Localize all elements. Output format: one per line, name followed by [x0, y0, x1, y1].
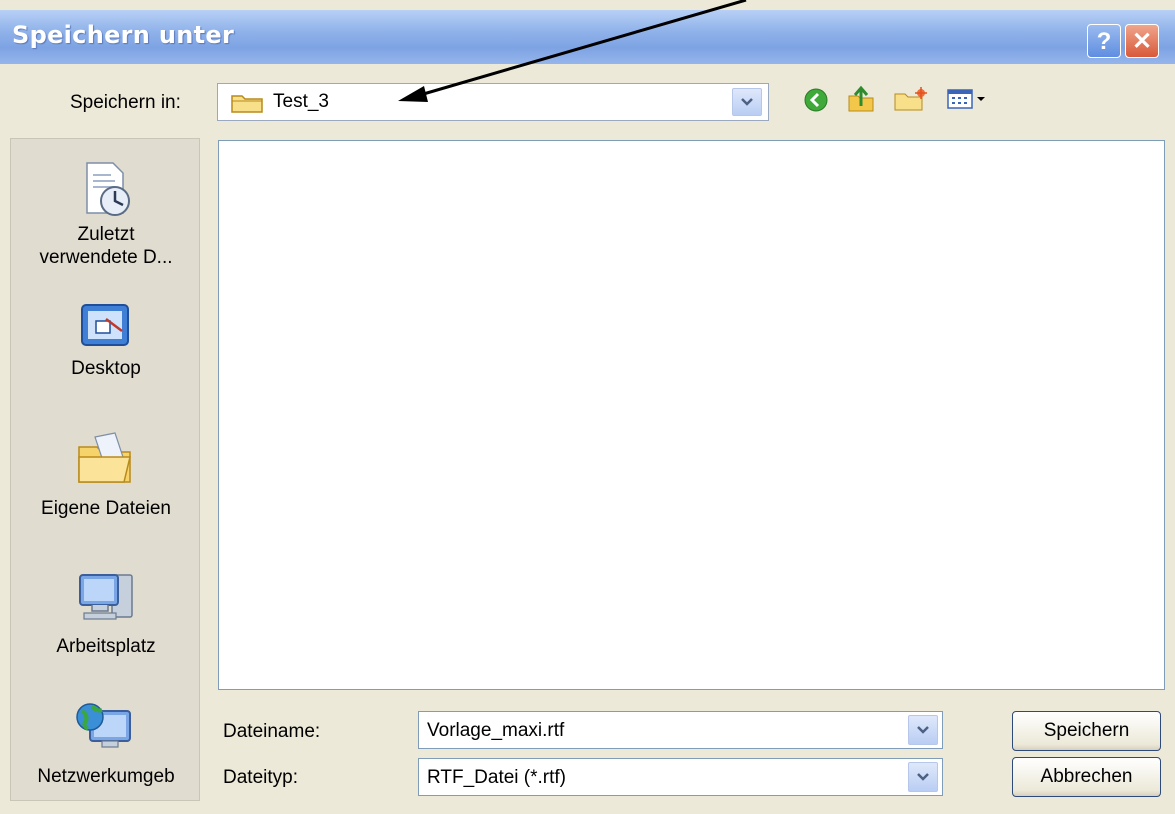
lookin-value: Test_3	[273, 91, 329, 112]
file-list[interactable]	[218, 140, 1165, 690]
place-my-documents[interactable]: Eigene Dateien	[11, 429, 201, 520]
places-bar: Zuletzt verwendete D... Desktop Eigene D…	[10, 138, 200, 801]
cancel-button[interactable]: Abbrechen	[1012, 757, 1161, 797]
chevron-down-icon	[741, 98, 753, 106]
folder-icon	[231, 95, 263, 113]
filename-label: Dateiname:	[223, 721, 321, 742]
help-button[interactable]: ?	[1087, 24, 1121, 58]
lookin-dropdown-button[interactable]	[732, 88, 762, 116]
place-desktop[interactable]: Desktop	[11, 301, 201, 380]
my-computer-icon	[79, 574, 133, 620]
place-network[interactable]: Netzwerkumgeb	[11, 701, 201, 788]
filename-value: Vorlage_maxi.rtf	[427, 720, 565, 741]
close-button[interactable]: ✕	[1125, 24, 1159, 58]
my-documents-icon	[78, 432, 131, 483]
place-label-line1: Zuletzt	[77, 224, 135, 245]
desktop-icon	[81, 304, 129, 346]
up-folder-icon[interactable]	[846, 84, 876, 114]
place-label-line2: verwendete D...	[39, 247, 173, 268]
filename-dropdown-button[interactable]	[908, 715, 938, 745]
filetype-dropdown-button[interactable]	[908, 762, 938, 792]
chevron-down-icon	[917, 773, 929, 781]
title-bar[interactable]: Speichern unter ? ✕	[0, 10, 1175, 64]
lookin-dropdown[interactable]: Test_3	[217, 83, 769, 121]
place-label-line1: Netzwerkumgeb	[37, 766, 175, 787]
filetype-label: Dateityp:	[223, 767, 298, 788]
filetype-select[interactable]: RTF_Datei (*.rtf)	[418, 758, 943, 796]
filename-field[interactable]: Vorlage_maxi.rtf	[418, 711, 943, 749]
chevron-down-icon	[917, 726, 929, 734]
save-button[interactable]: Speichern	[1012, 711, 1161, 751]
save-as-dialog: Speichern unter ? ✕ Speichern in: Test_3	[0, 0, 1175, 814]
new-folder-icon[interactable]	[893, 86, 929, 112]
place-label-line1: Eigene Dateien	[41, 498, 171, 519]
views-menu-icon[interactable]	[946, 88, 992, 110]
place-recent-documents[interactable]: Zuletzt verwendete D...	[11, 159, 201, 269]
network-icon	[76, 703, 131, 748]
place-label-line1: Desktop	[71, 358, 141, 379]
place-my-computer[interactable]: Arbeitsplatz	[11, 569, 201, 658]
back-icon[interactable]	[803, 87, 829, 113]
window-title: Speichern unter	[12, 21, 235, 49]
recent-documents-icon	[86, 162, 130, 216]
filetype-value: RTF_Datei (*.rtf)	[427, 767, 567, 788]
place-label-line1: Arbeitsplatz	[56, 636, 156, 657]
lookin-label: Speichern in:	[70, 92, 181, 113]
